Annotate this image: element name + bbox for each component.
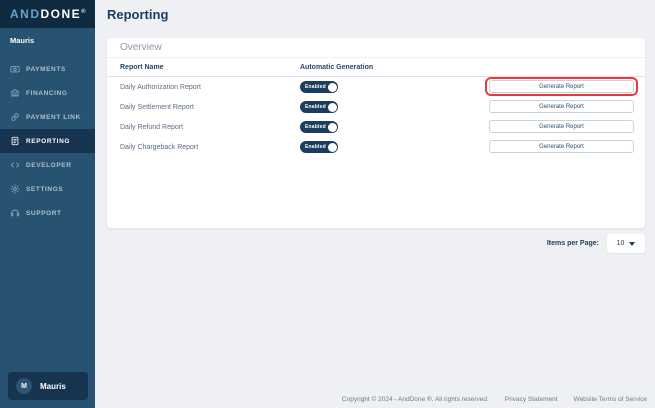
toggle-knob [328, 103, 337, 112]
sidebar-item-payment-link[interactable]: PAYMENT LINK [0, 105, 95, 129]
sidebar-nav: PAYMENTS FINANCING PAYMENT LINK REPORTIN… [0, 57, 95, 225]
toggle-label: Enabled [305, 104, 326, 110]
copyright-text: Copyright © 2024 - AndDone ®. All rights… [342, 396, 489, 403]
payments-icon [10, 64, 20, 74]
sidebar-item-support[interactable]: SUPPORT [0, 201, 95, 225]
card-title: Overview [120, 42, 162, 53]
overview-card: Overview Report Name Automatic Generatio… [107, 38, 645, 228]
user-menu[interactable]: M Mauris [8, 372, 88, 400]
toggle-label: Enabled [305, 124, 326, 130]
settings-icon [10, 184, 20, 194]
report-name: Daily Authorization Report [120, 84, 201, 91]
anddone-logo[interactable]: ANDDONE® [10, 7, 86, 21]
user-name: Mauris [40, 382, 66, 391]
table-header: Report Name Automatic Generation [107, 58, 645, 77]
reporting-icon [10, 136, 20, 146]
sidebar-item-developer[interactable]: DEVELOPER [0, 153, 95, 177]
sidebar-item-financing[interactable]: FINANCING [0, 81, 95, 105]
avatar: M [16, 378, 32, 394]
table-row: Daily Chargeback Report Enabled Generate… [107, 137, 645, 157]
sidebar-item-label: FINANCING [26, 90, 68, 97]
sidebar-item-label: PAYMENT LINK [26, 114, 81, 121]
toggle-knob [328, 123, 337, 132]
report-name: Daily Chargeback Report [120, 144, 198, 151]
generate-report-button[interactable]: Generate Report [489, 120, 634, 133]
sidebar-item-label: REPORTING [26, 138, 70, 145]
payment-link-icon [10, 112, 20, 122]
sidebar-item-label: PAYMENTS [26, 66, 66, 73]
generate-report-button[interactable]: Generate Report [489, 100, 634, 113]
sidebar-item-label: SETTINGS [26, 186, 63, 193]
logo-strip: ANDDONE® [0, 0, 95, 28]
column-automatic-generation: Automatic Generation [300, 64, 373, 71]
toggle-knob [328, 143, 337, 152]
auto-generation-toggle[interactable]: Enabled [300, 121, 338, 133]
table-row: Daily Refund Report Enabled Generate Rep… [107, 117, 645, 137]
toggle-label: Enabled [305, 84, 326, 90]
column-report-name: Report Name [120, 64, 164, 71]
logo-and-text: AND [10, 7, 41, 21]
sidebar-item-reporting[interactable]: REPORTING [0, 129, 95, 153]
report-name: Daily Settlement Report [120, 104, 194, 111]
terms-of-service-link[interactable]: Website Terms of Service [574, 396, 647, 403]
auto-generation-toggle[interactable]: Enabled [300, 101, 338, 113]
financing-icon [10, 88, 20, 98]
items-per-page-value: 10 [617, 240, 625, 247]
logo-done-text: DONE [41, 7, 82, 21]
toggle-label: Enabled [305, 144, 326, 150]
developer-icon [10, 160, 20, 170]
items-per-page-select[interactable]: 10 [607, 234, 645, 253]
table-row: Daily Authorization Report Enabled Gener… [107, 77, 645, 97]
auto-generation-toggle[interactable]: Enabled [300, 141, 338, 153]
generate-report-button[interactable]: Generate Report [489, 140, 634, 153]
sidebar-item-label: DEVELOPER [26, 162, 72, 169]
table-row: Daily Settlement Report Enabled Generate… [107, 97, 645, 117]
report-name: Daily Refund Report [120, 124, 183, 131]
sidebar-item-settings[interactable]: SETTINGS [0, 177, 95, 201]
card-header: Overview [107, 38, 645, 58]
footer: Copyright © 2024 - AndDone ®. All rights… [342, 396, 647, 403]
sidebar: ANDDONE® Mauris PAYMENTS FINANCING PAYME… [0, 0, 95, 408]
toggle-knob [328, 83, 337, 92]
pagination: Items per Page: 10 [547, 234, 645, 253]
merchant-name: Mauris [0, 28, 95, 49]
sidebar-item-payments[interactable]: PAYMENTS [0, 57, 95, 81]
auto-generation-toggle[interactable]: Enabled [300, 81, 338, 93]
logo-registered-mark: ® [81, 9, 85, 15]
support-icon [10, 208, 20, 218]
sidebar-item-label: SUPPORT [26, 210, 62, 217]
page-title: Reporting [107, 7, 168, 22]
main-content: Reporting Overview Report Name Automatic… [95, 0, 655, 408]
generate-report-button[interactable]: Generate Report [489, 80, 634, 93]
privacy-statement-link[interactable]: Privacy Statement [505, 396, 558, 403]
items-per-page-label: Items per Page: [547, 240, 599, 247]
chevron-down-icon [629, 242, 635, 246]
